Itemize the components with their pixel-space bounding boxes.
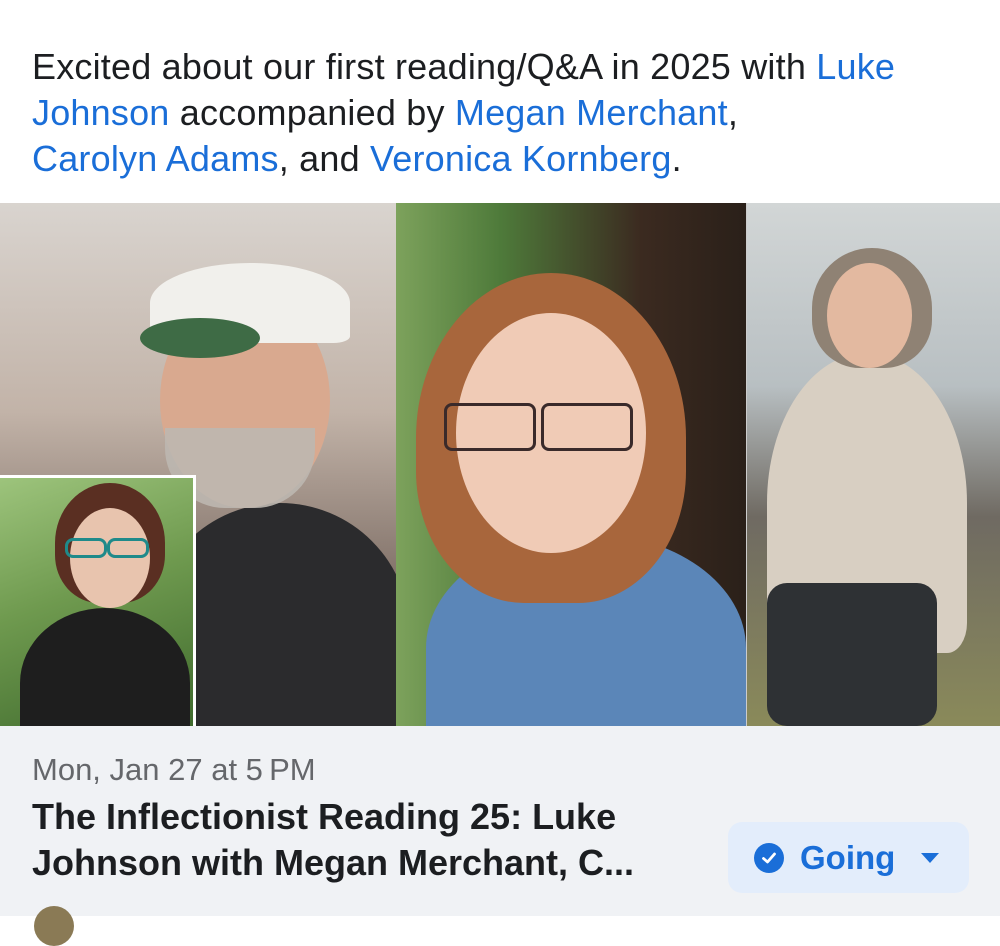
face xyxy=(827,263,912,368)
glasses-left xyxy=(65,538,107,558)
post-text-and: , and xyxy=(278,138,370,179)
top xyxy=(20,608,190,726)
caret-down-icon xyxy=(921,852,940,863)
photo-veronica-kornberg[interactable] xyxy=(747,203,1000,726)
going-label: Going xyxy=(800,838,896,876)
post-text-accompanied: accompanied by xyxy=(169,92,455,133)
photo-carolyn-adams[interactable] xyxy=(396,203,746,726)
glasses-right xyxy=(541,403,633,451)
link-carolyn-adams[interactable]: Carolyn Adams xyxy=(32,138,279,179)
link-veronica-kornberg[interactable]: Veronica Kornberg xyxy=(370,138,672,179)
check-circle-icon xyxy=(754,842,784,873)
glasses-left xyxy=(444,403,536,451)
post-text-comma: , xyxy=(727,92,739,133)
cap-brim xyxy=(140,318,260,358)
jeans xyxy=(767,583,937,726)
link-megan-merchant[interactable]: Megan Merchant xyxy=(455,92,728,133)
post-message: Excited about our first reading/Q&A in 2… xyxy=(32,44,972,182)
photo-megan-merchant[interactable] xyxy=(0,475,196,726)
going-button[interactable]: Going xyxy=(728,822,969,893)
face xyxy=(70,508,150,608)
photo-collage[interactable] xyxy=(0,203,1000,726)
post-text-end: . xyxy=(671,138,682,179)
event-date: Mon, Jan 27 at 5 PM xyxy=(32,752,316,787)
avatar[interactable] xyxy=(34,906,74,946)
post-text-intro: Excited about our first reading/Q&A in 2… xyxy=(32,46,817,87)
glasses-right xyxy=(107,538,149,558)
event-card[interactable]: Mon, Jan 27 at 5 PM The Inflectionist Re… xyxy=(0,726,1000,946)
event-title[interactable]: The Inflectionist Reading 25: Luke Johns… xyxy=(32,794,702,886)
